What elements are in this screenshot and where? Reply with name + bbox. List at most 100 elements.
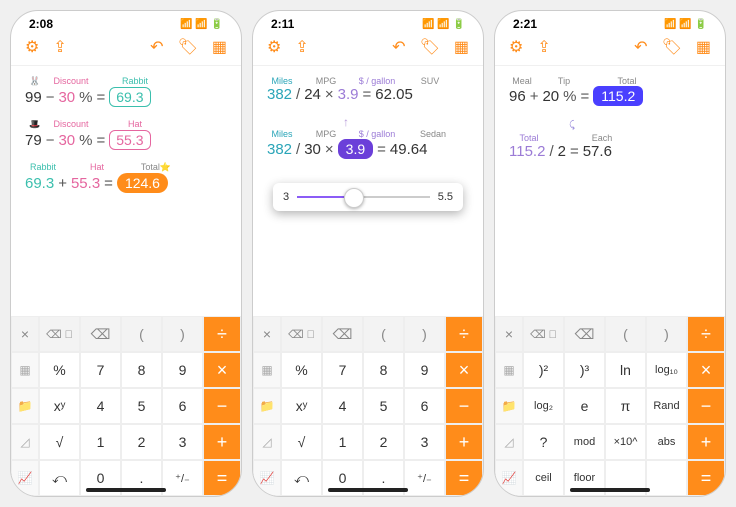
key-mod[interactable]: mod (564, 424, 605, 460)
undo-icon[interactable]: ↶ (392, 37, 405, 57)
key-3[interactable]: 3 (162, 424, 203, 460)
key-)[interactable]: ) (162, 316, 203, 352)
slider-track[interactable] (297, 196, 430, 198)
tag-icon[interactable]: 🏷 (420, 37, 440, 57)
key-+[interactable]: + (203, 424, 241, 460)
key-📈[interactable]: 📈 (11, 460, 39, 496)
home-indicator[interactable] (86, 488, 166, 492)
key-=[interactable]: = (687, 460, 725, 496)
key-([interactable]: ( (121, 316, 162, 352)
key-−[interactable]: − (203, 388, 241, 424)
key-×[interactable]: × (445, 352, 483, 388)
key-8[interactable]: 8 (121, 352, 162, 388)
share-icon[interactable]: ⇪ (537, 37, 550, 57)
key-4[interactable]: 4 (80, 388, 121, 424)
key-×[interactable]: × (203, 352, 241, 388)
key-📁[interactable]: 📁 (11, 388, 39, 424)
calc-row[interactable]: 382/30×3.9=49.64 (267, 139, 469, 159)
home-indicator[interactable] (328, 488, 408, 492)
tag-icon[interactable]: 🏷 (178, 37, 198, 57)
key-ceil[interactable]: ceil (523, 460, 564, 496)
key-7[interactable]: 7 (322, 352, 363, 388)
key-📈[interactable]: 📈 (253, 460, 281, 496)
calc-icon[interactable]: ▦ (212, 37, 227, 57)
key-abs[interactable]: abs (646, 424, 687, 460)
key-◿[interactable]: ◿ (495, 424, 523, 460)
value[interactable]: 69.3 (25, 175, 54, 192)
value[interactable]: 3.9 (338, 86, 359, 103)
key-÷[interactable]: ÷ (687, 316, 725, 352)
key-+[interactable]: + (445, 424, 483, 460)
key-+[interactable]: + (687, 424, 725, 460)
key-=[interactable]: = (203, 460, 241, 496)
value-slider[interactable]: 35.5 (273, 183, 463, 211)
tag-icon[interactable]: 🏷 (662, 37, 682, 57)
key-([interactable]: ( (363, 316, 404, 352)
value[interactable]: 124.6 (117, 173, 168, 193)
key-×[interactable]: × (11, 316, 39, 352)
key-=[interactable]: = (445, 460, 483, 496)
key-⌫[interactable]: ⌫ (322, 316, 363, 352)
share-icon[interactable]: ⇪ (295, 37, 308, 57)
value[interactable]: 55.3 (71, 175, 100, 192)
key-⌫ ⃞[interactable]: ⌫ ⃞ (523, 316, 564, 352)
value[interactable]: 20 (542, 88, 559, 105)
key-3[interactable]: 3 (404, 424, 445, 460)
key-⤺[interactable]: ⤺ (39, 460, 80, 496)
key-⌫ ⃞[interactable]: ⌫ ⃞ (39, 316, 80, 352)
value[interactable]: 3.9 (338, 139, 373, 159)
value[interactable]: 115.2 (509, 143, 545, 160)
value[interactable]: 57.6 (583, 143, 612, 160)
key-📁[interactable]: 📁 (253, 388, 281, 424)
key-log₂[interactable]: log₂ (523, 388, 564, 424)
value[interactable]: 382 (267, 86, 292, 103)
key-e[interactable]: e (564, 388, 605, 424)
key-⌫ ⃞[interactable]: ⌫ ⃞ (281, 316, 322, 352)
key-▦[interactable]: ▦ (11, 352, 39, 388)
value[interactable]: 49.64 (390, 141, 428, 158)
key-⁺/₋[interactable]: ⁺/₋ (404, 460, 445, 496)
key-÷[interactable]: ÷ (203, 316, 241, 352)
key-◿[interactable]: ◿ (11, 424, 39, 460)
gear-icon[interactable]: ⚙ (25, 37, 39, 57)
undo-icon[interactable]: ↶ (150, 37, 163, 57)
key-%[interactable]: % (281, 352, 322, 388)
value[interactable]: 99 (25, 89, 42, 106)
key-×[interactable]: × (495, 316, 523, 352)
slider-thumb[interactable] (344, 188, 364, 208)
value[interactable]: 62.05 (375, 86, 413, 103)
key-9[interactable]: 9 (404, 352, 445, 388)
key-◿[interactable]: ◿ (253, 424, 281, 460)
gear-icon[interactable]: ⚙ (267, 37, 281, 57)
key-2[interactable]: 2 (121, 424, 162, 460)
key-1[interactable]: 1 (322, 424, 363, 460)
key-)[interactable]: ) (646, 316, 687, 352)
share-icon[interactable]: ⇪ (53, 37, 66, 57)
key-⌫[interactable]: ⌫ (564, 316, 605, 352)
key-√[interactable]: √ (39, 424, 80, 460)
key-−[interactable]: − (445, 388, 483, 424)
key-ln[interactable]: ln (605, 352, 646, 388)
value[interactable]: 30 (58, 132, 75, 149)
key-5[interactable]: 5 (363, 388, 404, 424)
key-√[interactable]: √ (281, 424, 322, 460)
key-5[interactable]: 5 (121, 388, 162, 424)
key-log₁₀[interactable]: log₁₀ (646, 352, 687, 388)
key-2[interactable]: 2 (363, 424, 404, 460)
calc-row[interactable]: 99−30%=69.3 (25, 87, 227, 107)
key-▦[interactable]: ▦ (495, 352, 523, 388)
key-([interactable]: ( (605, 316, 646, 352)
value[interactable]: 2 (558, 143, 566, 160)
key-×[interactable]: × (253, 316, 281, 352)
calc-row[interactable]: 79−30%=55.3 (25, 130, 227, 150)
key-6[interactable]: 6 (162, 388, 203, 424)
key-)³[interactable]: )³ (564, 352, 605, 388)
home-indicator[interactable] (570, 488, 650, 492)
calc-row[interactable]: 115.2/2=57.6 (509, 143, 711, 160)
key-xʸ[interactable]: xʸ (281, 388, 322, 424)
value[interactable]: 79 (25, 132, 42, 149)
key-[interactable] (646, 460, 687, 496)
key-⤺[interactable]: ⤺ (281, 460, 322, 496)
key-4[interactable]: 4 (322, 388, 363, 424)
key-8[interactable]: 8 (363, 352, 404, 388)
